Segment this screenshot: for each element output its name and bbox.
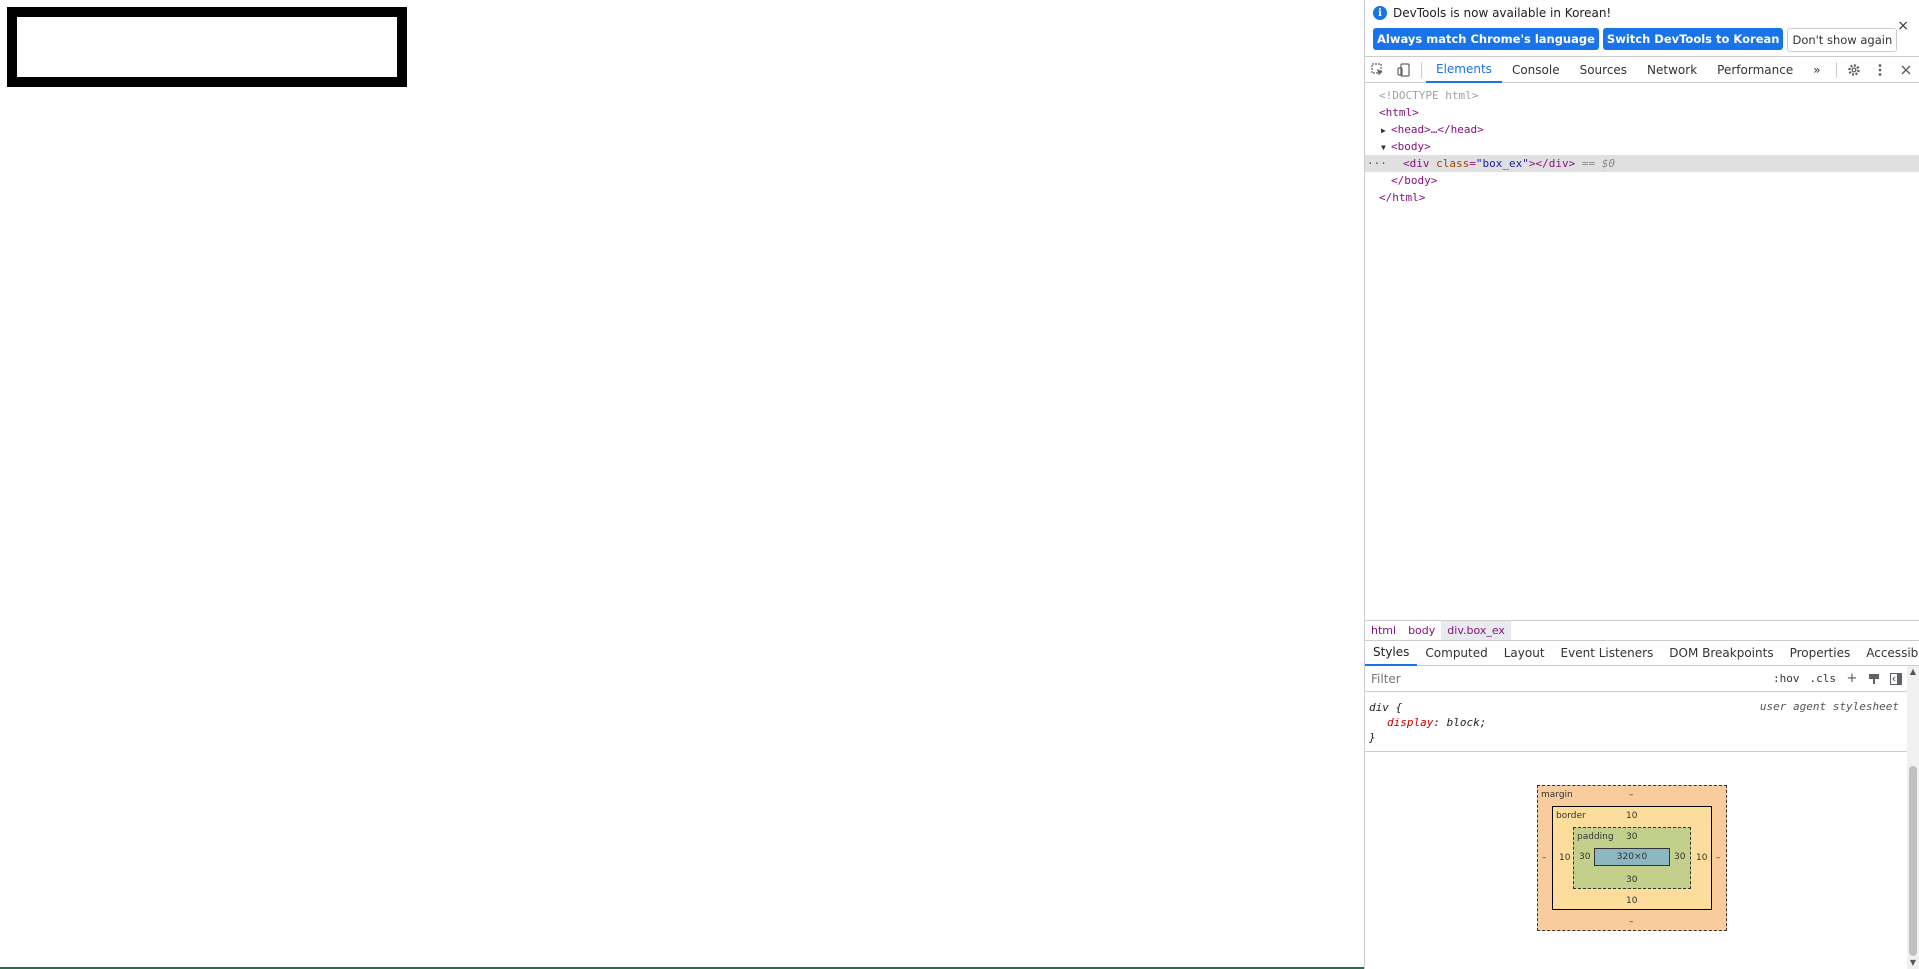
padding-right-value[interactable]: 30 xyxy=(1674,852,1685,862)
head-tag: <head>…</head> xyxy=(1391,123,1484,136)
div-open-tag: <div xyxy=(1403,157,1437,170)
tab-accessibility[interactable]: Accessibility xyxy=(1858,641,1919,666)
breadcrumb: html body div.box_ex xyxy=(1365,620,1919,641)
cls-toggle-button[interactable]: .cls xyxy=(1805,672,1842,685)
more-options-icon[interactable] xyxy=(1867,57,1893,83)
html-close-tag: </html> xyxy=(1379,191,1426,204)
page-viewport xyxy=(0,0,1364,969)
div-close-tag: ></div> xyxy=(1528,157,1576,170)
language-infobar: i DevTools is now available in Korean! ×… xyxy=(1365,0,1919,56)
infobar-close-icon[interactable]: × xyxy=(1897,18,1909,34)
toolbar-separator-right xyxy=(1836,62,1837,78)
infobar-message: DevTools is now available in Korean! xyxy=(1393,6,1612,20)
expand-triangle-icon[interactable]: ▶ xyxy=(1381,122,1391,139)
rule-declaration[interactable]: display: block; xyxy=(1369,715,1907,730)
tab-sources[interactable]: Sources xyxy=(1570,57,1637,83)
margin-left-value[interactable]: – xyxy=(1542,853,1547,863)
padding-label: padding xyxy=(1577,832,1614,842)
rule-prop-name: display xyxy=(1387,716,1434,729)
scroll-down-icon[interactable]: ▼ xyxy=(1907,957,1919,969)
tab-computed[interactable]: Computed xyxy=(1417,641,1495,666)
style-rule-div: div { user agent stylesheet display: blo… xyxy=(1365,700,1907,752)
body-close-tag: </body> xyxy=(1391,174,1438,187)
tab-network[interactable]: Network xyxy=(1637,57,1707,83)
styles-scrollbar[interactable]: ▲ ▼ xyxy=(1907,666,1919,969)
close-devtools-icon[interactable] xyxy=(1893,57,1919,83)
doctype-text: <!DOCTYPE html> xyxy=(1379,89,1479,102)
border-bottom-value[interactable]: 10 xyxy=(1626,896,1637,906)
devtools-panel: i DevTools is now available in Korean! ×… xyxy=(1364,0,1919,969)
breadcrumb-div[interactable]: div.box_ex xyxy=(1441,620,1511,641)
paint-brush-icon[interactable] xyxy=(1863,669,1885,689)
margin-bottom-value[interactable]: – xyxy=(1629,917,1634,927)
rule-source: user agent stylesheet xyxy=(1759,700,1899,713)
rule-close: } xyxy=(1369,731,1376,744)
breadcrumb-body[interactable]: body xyxy=(1402,621,1441,641)
tree-node-body-close[interactable]: </body> xyxy=(1365,172,1919,189)
div-attr-name: class xyxy=(1436,157,1470,170)
margin-label: margin xyxy=(1541,790,1573,800)
infobar-message-row: i DevTools is now available in Korean! xyxy=(1373,6,1911,20)
info-icon: i xyxy=(1373,6,1387,20)
tab-console[interactable]: Console xyxy=(1502,57,1570,83)
toggle-sidebar-icon[interactable] xyxy=(1885,669,1907,689)
selected-marker: == $0 xyxy=(1581,157,1615,170)
html-open-tag: <html> xyxy=(1379,106,1419,119)
toolbar-right-actions xyxy=(1832,57,1919,83)
settings-gear-icon[interactable] xyxy=(1841,57,1867,83)
tree-node-div-selected[interactable]: ··· <div class="box_ex"></div> == $0 xyxy=(1365,155,1919,172)
switch-to-korean-button[interactable]: Switch DevTools to Korean xyxy=(1602,28,1784,50)
collapse-triangle-icon[interactable]: ▼ xyxy=(1381,139,1391,156)
margin-top-value[interactable]: – xyxy=(1629,790,1634,800)
browser-window: i DevTools is now available in Korean! ×… xyxy=(0,0,1919,969)
styles-filter-input[interactable]: Filter xyxy=(1365,669,1768,689)
box-model-padding[interactable]: padding 30 30 30 30 320×0 xyxy=(1573,827,1691,889)
node-actions-icon[interactable]: ··· xyxy=(1367,155,1387,172)
tree-node-doctype[interactable]: <!DOCTYPE html> xyxy=(1365,87,1919,104)
infobar-buttons: Always match Chrome's language Switch De… xyxy=(1373,28,1911,52)
rule-prop-value: block; xyxy=(1446,716,1487,729)
margin-right-value[interactable]: – xyxy=(1716,853,1721,863)
scroll-thumb[interactable] xyxy=(1909,766,1917,956)
box-ex-div xyxy=(7,7,407,87)
tree-node-html-close[interactable]: </html> xyxy=(1365,189,1919,206)
tab-layout[interactable]: Layout xyxy=(1496,641,1553,666)
padding-bottom-value[interactable]: 30 xyxy=(1626,875,1637,885)
breadcrumb-html[interactable]: html xyxy=(1365,621,1402,641)
always-match-language-button[interactable]: Always match Chrome's language xyxy=(1373,28,1599,50)
inspect-element-icon[interactable] xyxy=(1365,57,1391,83)
tab-elements[interactable]: Elements xyxy=(1426,57,1502,83)
more-tabs-icon[interactable]: » xyxy=(1803,57,1830,83)
border-right-value[interactable]: 10 xyxy=(1696,853,1707,863)
box-model-border[interactable]: border 10 10 10 10 padding 30 30 30 30 3… xyxy=(1552,806,1712,910)
scroll-up-icon[interactable]: ▲ xyxy=(1907,666,1919,678)
tree-node-html[interactable]: <html> xyxy=(1365,104,1919,121)
div-attr-value: "box_ex" xyxy=(1475,157,1529,170)
tree-node-body[interactable]: ▼ <body> xyxy=(1365,138,1919,155)
padding-top-value[interactable]: 30 xyxy=(1626,832,1637,842)
box-model-content[interactable]: 320×0 xyxy=(1594,848,1670,866)
hov-toggle-button[interactable]: :hov xyxy=(1768,672,1805,685)
tab-properties[interactable]: Properties xyxy=(1782,641,1859,666)
box-model-margin[interactable]: margin – – – – border 10 10 10 10 paddin… xyxy=(1537,785,1727,931)
tab-performance[interactable]: Performance xyxy=(1707,57,1803,83)
add-style-rule-icon[interactable]: + xyxy=(1841,669,1863,689)
tab-styles[interactable]: Styles xyxy=(1365,641,1418,666)
styles-subtabs: Styles Computed Layout Event Listeners D… xyxy=(1365,640,1919,666)
body-open-tag: <body> xyxy=(1391,140,1431,153)
border-top-value[interactable]: 10 xyxy=(1626,811,1637,821)
devtools-toolbar: Elements Console Sources Network Perform… xyxy=(1365,56,1919,83)
device-toolbar-icon[interactable] xyxy=(1391,57,1417,83)
box-model-diagram: margin – – – – border 10 10 10 10 paddin… xyxy=(1537,785,1727,931)
tab-dom-breakpoints[interactable]: DOM Breakpoints xyxy=(1661,641,1781,666)
tree-node-head[interactable]: ▶ <head>…</head> xyxy=(1365,121,1919,138)
border-label: border xyxy=(1556,811,1586,821)
elements-tree: <!DOCTYPE html> <html> ▶ <head>…</head> ▼… xyxy=(1365,83,1919,607)
border-left-value[interactable]: 10 xyxy=(1559,853,1570,863)
padding-left-value[interactable]: 30 xyxy=(1579,852,1590,862)
tab-event-listeners[interactable]: Event Listeners xyxy=(1553,641,1662,666)
styles-filter-bar: Filter :hov .cls + xyxy=(1365,666,1907,692)
toolbar-separator xyxy=(1421,61,1422,78)
dont-show-again-button[interactable]: Don't show again xyxy=(1787,28,1898,52)
